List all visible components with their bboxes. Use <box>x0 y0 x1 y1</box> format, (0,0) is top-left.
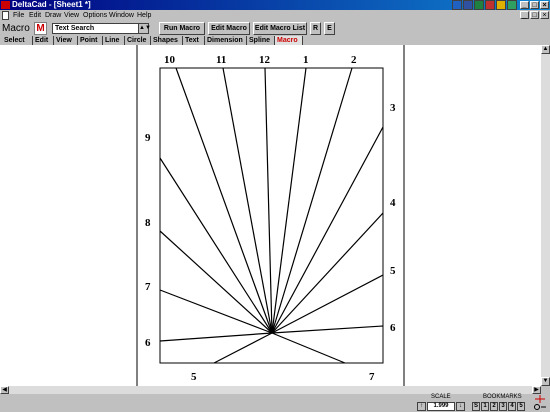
hour-label: 3 <box>390 102 396 114</box>
bookmark-4-button[interactable]: 4 <box>508 402 516 411</box>
hour-line-10 <box>175 67 273 334</box>
bookmark-s-button[interactable]: S <box>472 402 480 411</box>
hour-line-5-bottom <box>213 332 273 364</box>
tray-icon-word[interactable] <box>463 0 473 10</box>
hour-label: 5 <box>191 371 197 383</box>
status-bar: SCALE BOOKMARKS ↑ 1.999 ↓ S 1 2 3 4 5 <box>0 394 550 412</box>
tab-view[interactable]: View <box>54 36 78 45</box>
hour-label: 1 <box>303 54 309 66</box>
scroll-up-icon[interactable]: ▲ <box>541 45 550 54</box>
hour-label: 7 <box>369 371 375 383</box>
tab-shapes[interactable]: Shapes <box>151 36 183 45</box>
tab-text[interactable]: Text <box>183 36 205 45</box>
window-title: DeltaCad - [Sheet1 *] <box>12 0 91 9</box>
menu-window[interactable]: Window <box>109 11 134 20</box>
document-icon[interactable] <box>2 11 9 20</box>
edit-macro-button[interactable]: Edit Macro <box>208 22 250 35</box>
hour-line-7-bottom <box>271 332 346 364</box>
hour-label: 5 <box>390 265 396 277</box>
hour-label: 10 <box>164 54 176 66</box>
bookmark-3-button[interactable]: 3 <box>499 402 507 411</box>
vertical-scrollbar[interactable]: ▲ ▼ <box>541 45 550 386</box>
system-tray-icons <box>452 0 517 10</box>
close-button[interactable]: × <box>540 1 549 9</box>
scroll-down-icon[interactable]: ▼ <box>541 377 550 386</box>
hour-lines <box>159 67 384 364</box>
bookmarks-label: BOOKMARKS <box>483 394 522 400</box>
menu-options[interactable]: Options <box>83 11 107 20</box>
hour-label: 12 <box>259 54 271 66</box>
macro-toolbar: Macro M Text Search ▲▼ Run Macro Edit Ma… <box>0 21 550 36</box>
scroll-right-icon[interactable]: ▶ <box>532 386 541 394</box>
bookmark-2-button[interactable]: 2 <box>490 402 498 411</box>
hour-label: 4 <box>390 197 396 209</box>
macro-icon[interactable]: M <box>34 22 47 35</box>
tab-dimension[interactable]: Dimension <box>205 36 247 45</box>
tray-icon-6[interactable] <box>507 0 517 10</box>
tab-edit[interactable]: Edit <box>33 36 54 45</box>
menu-draw[interactable]: Draw <box>45 11 61 20</box>
tray-icon-4[interactable] <box>485 0 495 10</box>
hour-line-12 <box>264 67 273 334</box>
hour-line-7 <box>159 289 273 334</box>
scroll-left-icon[interactable]: ◀ <box>0 386 9 394</box>
tab-line[interactable]: Line <box>103 36 125 45</box>
tray-icon-5[interactable] <box>496 0 506 10</box>
run-macro-button[interactable]: Run Macro <box>159 22 205 35</box>
hour-label: 9 <box>145 132 151 144</box>
menu-bar: File Edit Draw View Options Window Help … <box>0 10 550 21</box>
drawing-canvas[interactable]: 10 11 12 1 2 3 9 4 8 5 7 6 6 5 7 <box>0 45 541 386</box>
tray-icon-1[interactable] <box>452 0 462 10</box>
maximize-button[interactable]: □ <box>530 1 539 9</box>
doc-restore-button[interactable]: □ <box>530 11 539 19</box>
hour-label: 8 <box>145 217 151 229</box>
drawing-svg: 10 11 12 1 2 3 9 4 8 5 7 6 6 5 7 <box>136 45 405 386</box>
hour-label: 2 <box>351 54 357 66</box>
scale-down-button[interactable]: ↓ <box>456 402 465 411</box>
hour-line-1 <box>271 67 307 334</box>
menu-edit[interactable]: Edit <box>29 11 41 20</box>
hour-line-6-right <box>271 325 384 334</box>
hour-line-3 <box>271 126 384 334</box>
crosshair-icon <box>534 395 546 410</box>
hour-label: 6 <box>145 337 151 349</box>
edit-macro-list-button[interactable]: Edit Macro List <box>253 22 307 35</box>
doc-close-button[interactable]: × <box>540 11 549 19</box>
tab-macro[interactable]: Macro <box>275 36 303 45</box>
title-bar: DeltaCad - [Sheet1 *] _ □ × <box>0 0 550 10</box>
hour-label: 6 <box>390 322 396 334</box>
app-icon[interactable] <box>1 1 10 9</box>
hour-line-2 <box>271 67 353 334</box>
minimize-button[interactable]: _ <box>520 1 529 9</box>
menu-file[interactable]: File <box>13 11 24 20</box>
hour-label: 11 <box>216 54 226 66</box>
toolbar-label: Macro <box>2 23 30 34</box>
r-button[interactable]: R <box>310 22 321 35</box>
tab-point[interactable]: Point <box>78 36 103 45</box>
bookmark-1-button[interactable]: 1 <box>481 402 489 411</box>
scale-label: SCALE <box>431 394 451 400</box>
hour-line-6-left <box>159 332 273 342</box>
scale-up-button[interactable]: ↑ <box>417 402 426 411</box>
tray-icon-excel[interactable] <box>474 0 484 10</box>
scale-value[interactable]: 1.999 <box>427 402 455 411</box>
tab-circle[interactable]: Circle <box>125 36 151 45</box>
hour-line-5 <box>271 274 384 334</box>
bookmark-5-button[interactable]: 5 <box>517 402 525 411</box>
menu-help[interactable]: Help <box>137 11 151 20</box>
combo-spin-icon[interactable]: ▲▼ <box>138 23 151 34</box>
hour-label: 7 <box>145 281 151 293</box>
e-button[interactable]: E <box>324 22 335 35</box>
doc-minimize-button[interactable]: _ <box>520 11 529 19</box>
horizontal-scrollbar[interactable]: ◀ ▶ <box>0 386 541 394</box>
tab-spline[interactable]: Spline <box>247 36 275 45</box>
menu-view[interactable]: View <box>64 11 79 20</box>
tab-select[interactable]: Select <box>2 36 33 45</box>
hour-line-11 <box>222 67 273 334</box>
macro-combo[interactable]: Text Search <box>52 23 149 34</box>
